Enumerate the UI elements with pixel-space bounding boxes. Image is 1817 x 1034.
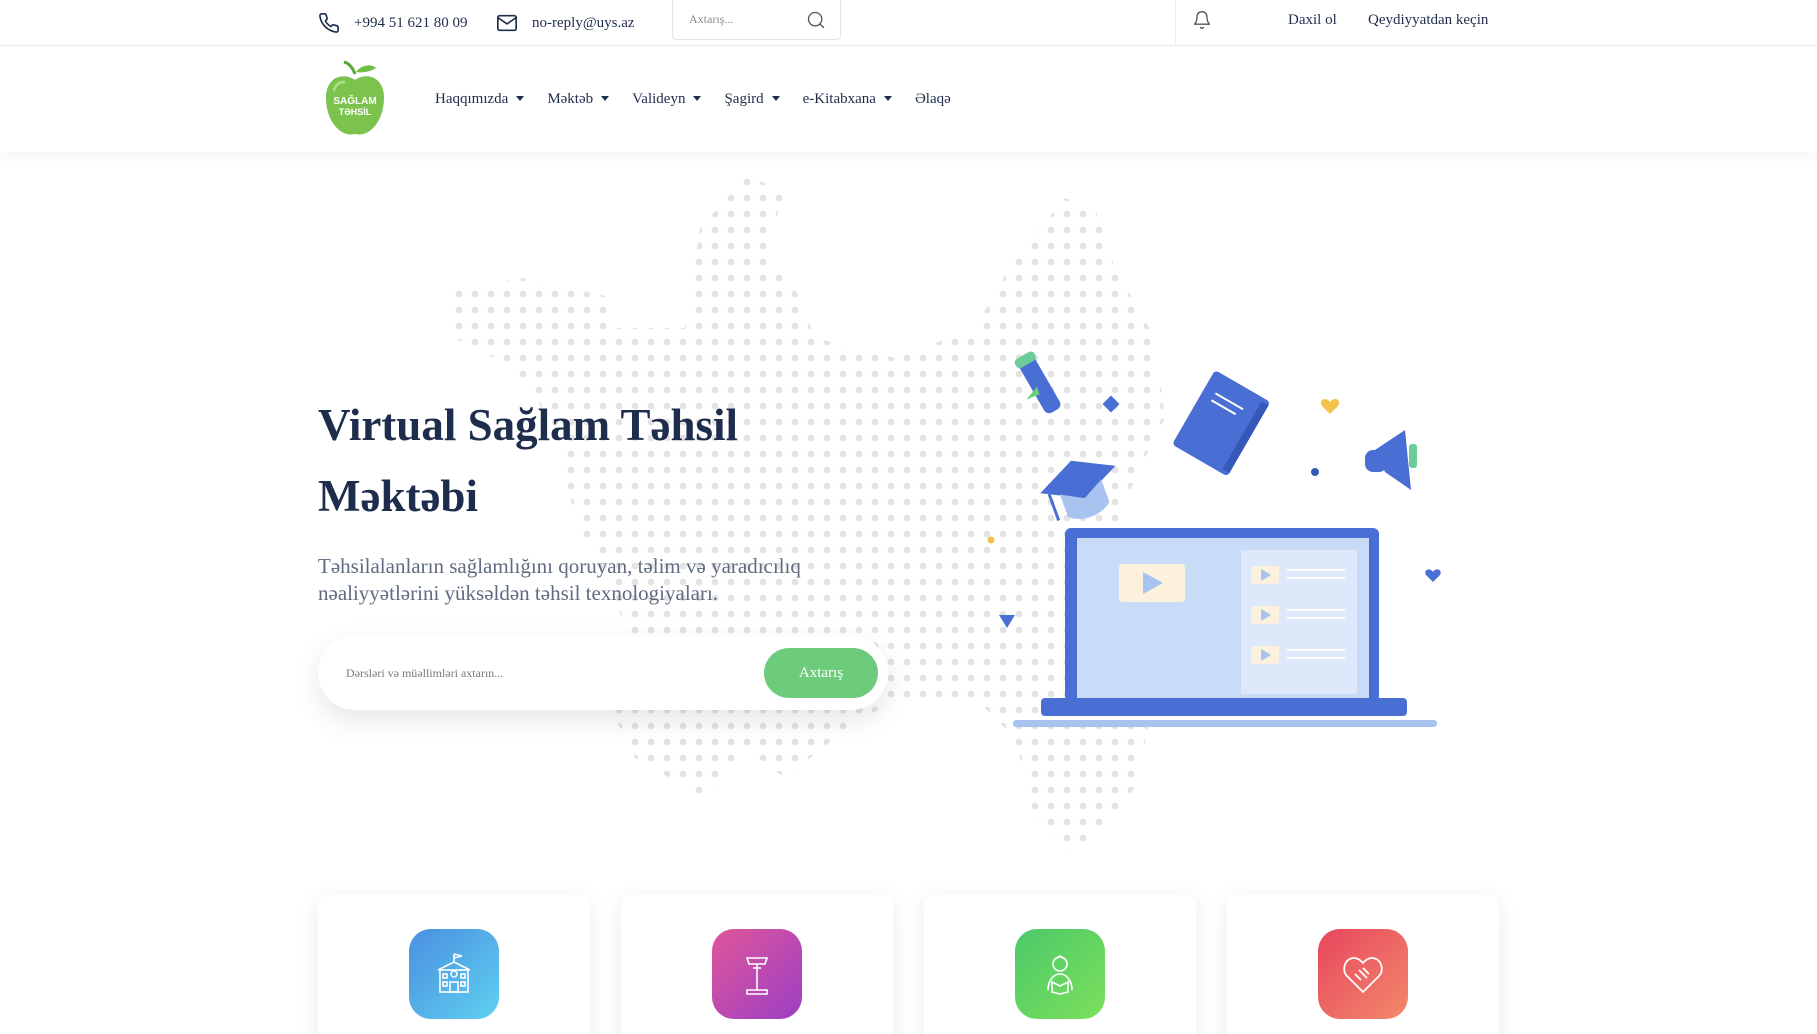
diamond-icon — [1102, 395, 1120, 413]
hero-search-button[interactable]: Axtarış — [764, 648, 878, 698]
hero-title: Virtual Sağlam Təhsil Məktəbi — [318, 390, 878, 532]
bell-icon — [1193, 11, 1211, 29]
hero-title-line1: Virtual Sağlam Təhsil — [318, 400, 739, 450]
nav-item-about[interactable]: Haqqımızda — [435, 90, 525, 108]
nav-item-contact[interactable]: Əlaqə — [915, 91, 951, 108]
triangle-decoration — [999, 615, 1015, 628]
heart-icon-small — [1425, 569, 1441, 582]
book-icon — [1173, 371, 1269, 476]
dot-decoration — [1311, 468, 1319, 476]
nav-item-school[interactable]: Məktəb — [547, 90, 610, 108]
topbar-divider — [1175, 0, 1176, 46]
nav-item-parent[interactable]: Valideyn — [632, 90, 702, 108]
top-search-box — [672, 0, 841, 40]
nav-item-label: Məktəb — [547, 90, 594, 107]
laptop-icon — [1013, 528, 1437, 727]
hero-search-input[interactable] — [346, 665, 746, 681]
hero-subtitle-line1: Təhsilalanların sağlamlığını qoruyan, tə… — [318, 554, 801, 578]
hero-title-line2: Məktəbi — [318, 471, 478, 521]
graduation-cap-icon — [1040, 460, 1116, 522]
podium-icon — [712, 929, 802, 1019]
caret-down-icon — [883, 95, 892, 101]
site-logo[interactable]: SAĞLAM TƏHSİL — [322, 60, 388, 140]
phone-contact[interactable]: +994 51 621 80 09 — [318, 0, 467, 46]
mail-icon — [497, 14, 517, 32]
email-address: no-reply@uys.az — [532, 14, 635, 31]
notifications-button[interactable] — [1192, 9, 1212, 36]
feature-card-podium[interactable] — [621, 895, 893, 1034]
heart-icon — [1320, 399, 1340, 414]
nav-item-label: Əlaqə — [914, 90, 951, 107]
top-bar: +994 51 621 80 09 no-reply@uys.az Daxil … — [0, 0, 1817, 46]
nav-item-label: Şagird — [724, 90, 764, 107]
nav-menu: Haqqımızda Məktəb Valideyn Şagird e-Kita… — [435, 46, 974, 152]
search-icon[interactable] — [806, 10, 826, 30]
nav-item-label: Valideyn — [632, 90, 686, 107]
caret-down-icon — [601, 95, 610, 101]
nav-item-student[interactable]: Şagird — [724, 90, 780, 108]
nav-item-label: e-Kitabxana — [802, 90, 876, 107]
main-navigation: SAĞLAM TƏHSİL Haqqımızda Məktəb Valideyn… — [0, 46, 1817, 152]
nav-item-label: Haqqımızda — [435, 90, 509, 107]
caret-down-icon — [771, 95, 780, 101]
school-icon — [409, 929, 499, 1019]
hero-subtitle-line2: nəaliyyətlərini yüksəldən təhsil texnolo… — [318, 581, 719, 605]
logo-text-line2: TƏHSİL — [339, 107, 372, 117]
dot-decoration — [987, 536, 995, 544]
feature-card-school[interactable] — [318, 895, 590, 1034]
diploma-icon — [1014, 351, 1061, 414]
register-link[interactable]: Qeydiyyatdan keçin — [1368, 0, 1488, 40]
phone-icon — [319, 13, 339, 33]
logo-text-line1: SAĞLAM — [333, 94, 376, 107]
feature-card-support[interactable] — [1227, 895, 1499, 1034]
student-icon — [1015, 929, 1105, 1019]
phone-number: +994 51 621 80 09 — [354, 14, 468, 31]
megaphone-icon — [1365, 430, 1417, 490]
feature-card-student[interactable] — [924, 895, 1196, 1034]
hero-search-box: Axtarış — [318, 636, 888, 710]
caret-down-icon — [516, 95, 525, 101]
top-search-input[interactable] — [689, 12, 789, 27]
login-link[interactable]: Daxil ol — [1288, 0, 1337, 40]
hero-subtitle: Təhsilalanların sağlamlığını qoruyan, tə… — [318, 553, 838, 607]
handshake-heart-icon — [1318, 929, 1408, 1019]
nav-item-library[interactable]: e-Kitabxana — [803, 91, 892, 108]
elearning-illustration — [987, 351, 1441, 727]
email-contact[interactable]: no-reply@uys.az — [496, 0, 635, 46]
caret-down-icon — [693, 95, 702, 101]
